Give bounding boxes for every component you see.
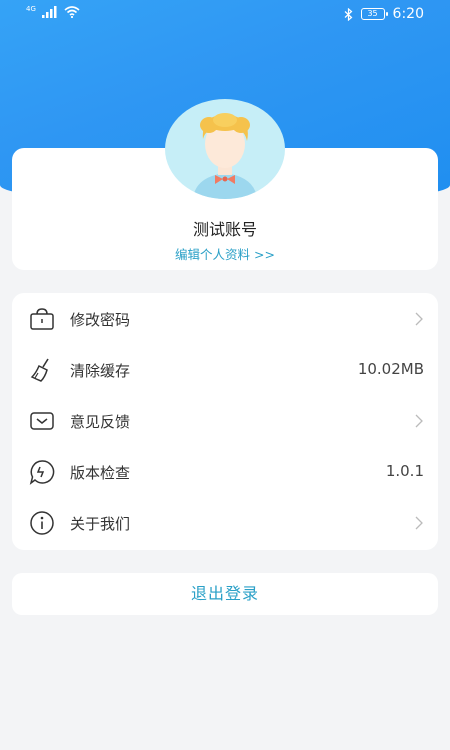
- status-right: 35 6:20: [344, 6, 424, 22]
- envelope-icon: [30, 412, 54, 430]
- broom-icon: [30, 358, 49, 382]
- menu-item-label: 清除缓存: [70, 362, 131, 380]
- cache-size-value: 10.02MB: [357, 360, 424, 378]
- status-bar: 4G 35 6:20: [0, 0, 450, 28]
- menu-item-about-us[interactable]: 关于我们: [12, 497, 438, 548]
- menu-item-label: 意见反馈: [70, 413, 131, 431]
- info-icon: [30, 511, 54, 535]
- menu-item-label: 修改密码: [70, 311, 131, 329]
- wifi-icon: [64, 6, 80, 18]
- status-left: 4G: [26, 6, 80, 18]
- menu-item-change-password[interactable]: 修改密码: [12, 293, 438, 344]
- chevron-right-icon: [415, 414, 423, 428]
- menu-item-label: 版本检查: [70, 464, 131, 482]
- chevron-right-icon: [415, 516, 423, 530]
- signal-icon: [41, 6, 57, 18]
- settings-menu-card: 修改密码 清除缓存 10.02MB 意见反馈 版本检查 1.0.1 关于我们: [12, 293, 438, 550]
- logout-button[interactable]: 退出登录: [12, 573, 438, 615]
- menu-item-label: 关于我们: [70, 515, 131, 533]
- bluetooth-icon: [344, 7, 352, 21]
- chevron-right-icon: [415, 312, 423, 326]
- update-bubble-icon: [29, 460, 55, 485]
- battery-icon: 35: [360, 8, 388, 20]
- menu-item-feedback[interactable]: 意见反馈: [12, 395, 438, 446]
- avatar[interactable]: [165, 99, 285, 199]
- network-type-label: 4G: [26, 5, 36, 13]
- boy-avatar-icon: [193, 113, 257, 199]
- menu-item-clear-cache[interactable]: 清除缓存 10.02MB: [12, 344, 438, 395]
- edit-profile-link[interactable]: 编辑个人资料 >>: [0, 244, 450, 263]
- lock-icon: [30, 308, 54, 330]
- menu-item-version-check[interactable]: 版本检查 1.0.1: [12, 446, 438, 497]
- version-value: 1.0.1: [385, 462, 424, 480]
- status-time: 6:20: [392, 6, 424, 22]
- profile-name: 测试账号: [192, 220, 257, 239]
